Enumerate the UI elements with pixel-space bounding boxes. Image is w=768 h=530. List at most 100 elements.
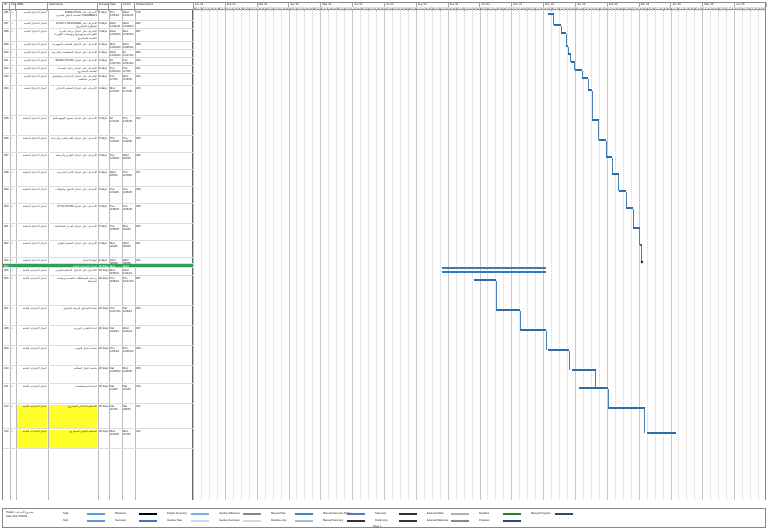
task-mode-icon: ▭ [11,59,14,62]
week-gridline [750,10,752,500]
task-wbs: اعمال الاشراف العامة [22,269,47,272]
task-bar[interactable] [496,309,521,312]
task-id: 305 [4,269,9,272]
week-gridline [200,10,202,500]
task-wbs: اعمال الاشراف العامة [22,277,47,280]
task-finish: Wed 12/4/24 [123,269,132,276]
legend-label: Task [63,512,69,515]
table-row[interactable]: 309 ▭ اعمال الاشراف العامة متابعة اعمال الج… [3,346,194,366]
legend-label: Deadline [479,512,490,515]
table-row[interactable]: 297 ▭ اعمال الاعمال الخاصة الاشراف على اعما… [3,153,194,170]
week-gridline [216,10,218,500]
task-id: 286 [4,11,9,14]
task-bar[interactable] [608,407,645,410]
legend-swatch [191,519,209,522]
task-wbs: اعمال الاعمال الخاصة [22,154,47,157]
legend-label: Milestone [115,512,127,515]
gantt-chart[interactable] [193,10,766,500]
table-row[interactable]: 307 ▭ اعمال الاشراف العامة متابعة الجداول ا… [3,306,194,326]
table-row[interactable]: 293 ▭ اعمال الاعمال العامة الاشراف على اعما… [3,74,194,86]
table-row[interactable]: 310 ▭ اعمال الاشراف العامة متابعة اعمال الس… [3,366,194,384]
table-row[interactable]: 301 ▭ اعمال الاعمال الخاصة الاشراف على اعما… [3,224,194,241]
task-duration: 26 days [99,430,109,433]
task-name: متابعة اعمال السلامة [73,367,97,370]
task-wbs: اعمال الاعمال الخاصة [22,225,47,228]
table-row[interactable]: 291 ▭ اعمال الاعمال العامة الاشراف على اعما… [3,58,194,66]
task-mode-icon: ▭ [11,11,14,14]
task-finish: Wed 12/18/24 [123,22,134,29]
table-row[interactable]: 296 ▭ اعمال الاعمال الخاصة الاشراف على اعما… [3,136,194,153]
task-start: Fri 12/27/24 [110,59,121,66]
task-bar[interactable] [547,349,570,352]
table-row[interactable]: 289 ▭ اعمال الاعمال العامة الاشراف على الاع… [3,42,194,50]
task-mode-icon: ▭ [11,154,14,157]
task-predecessors: 310 [136,385,141,388]
task-start: Mon 1/13/25 [110,87,119,94]
task-finish: Mon 4/7/25 [123,430,131,437]
task-predecessors: 308 [136,347,141,350]
table-row[interactable]: 294 ▭ اعمال الاعمال العامة الاشراف على اعما… [3,86,194,116]
task-wbs: اعمال الاعمال العامة [24,43,47,46]
table-row[interactable]: 305 ▭ اعمال الاشراف العامة الاشراف على الاع… [3,268,194,276]
task-bar[interactable] [571,369,596,372]
task-bar[interactable] [520,329,547,332]
task-start: Thu 1/30/25 [110,154,119,161]
table-row[interactable]: 295 ▭ اعمال الاعمال الخاصة الاشراف على اعما… [3,116,194,136]
table-row[interactable]: 313 ▭ اعمال الاشراف العامة الاستلام النهائي… [3,429,194,449]
table-row[interactable]: 288 ▭ اعمال الاعمال العامة الاشراف على اعما… [3,29,194,42]
table-row[interactable]: 300 ▭ اعمال الاعمال الخاصة الاشراف على اعما… [3,204,194,224]
task-bar[interactable] [646,432,677,435]
table-row[interactable]: 312 ▭ اعمال الاشراف العامة الاستلام الابتدا… [3,404,194,429]
task-wbs: اعمال الاعمال الخاصة [22,117,47,120]
table-row[interactable]: 311 ▭ اعمال الاشراف العامة اعتماد المستخلصا… [3,384,194,404]
table-row[interactable]: 286 ▭ اعمال الاعمال العامة الاشراف على INSP… [3,10,194,21]
table-row[interactable]: 298 ▭ اعمال الاعمال الخاصة الاشراف على اعما… [3,170,194,187]
table-row[interactable]: 306 ▭ اعمال الاشراف العامة مراجعة المخططات … [3,276,194,306]
task-start: Fri 1/17/25 [110,117,119,124]
dependency-link [639,229,640,246]
task-finish: Sat 11/9/24 [123,307,132,314]
task-name: الاشراف على الاعمال الخاصة بالتجهيزات [51,43,97,46]
task-duration: 2 days [99,51,107,54]
task-bar[interactable] [474,279,497,282]
week-gridline [567,10,569,500]
task-wbs: اعمال الاعمال الخاصة [22,137,47,140]
dependency-link [644,409,646,434]
summary-bar[interactable] [441,267,547,269]
task-wbs: اعمال الاشراف العامة [17,405,47,428]
summary-bar[interactable] [441,271,547,273]
table-row[interactable]: 287 ▭ اعمال الاعمال العامة الاشراف على ETRO… [3,21,194,29]
task-start: Wed 2/5/25 [110,171,118,178]
task-duration: 20 days [99,307,109,310]
task-name: الاشراف على ETRO 2 TRANSFER المطلوبة للم… [56,22,97,29]
task-predecessors: 293 [136,87,141,90]
table-row[interactable]: 308 ▭ اعمال الاشراف العامة اعداد التقارير ا… [3,326,194,346]
task-start: Mon 3/10/25 [110,430,119,437]
week-gridline [614,10,616,500]
task-bar[interactable] [578,387,609,390]
task-name: الاشراف على اعمال اللاندسكيب والزراعة [51,137,97,140]
task-wbs: اعمال الاشراف العامة [22,367,47,370]
task-predecessors: 289 [136,51,141,54]
milestone-marker[interactable] [640,260,644,264]
task-name: الاشراف على اعمال التسليم النهائي [57,242,97,245]
table-row[interactable]: 292 ▭ اعمال الاعمال العامة الاشراف على اعما… [3,66,194,74]
task-duration: 20 days [99,347,109,350]
task-predecessors: 278 [136,11,141,14]
task-mode-icon: ▭ [11,22,14,25]
task-start: Tue 2/25/25 [110,225,119,232]
task-duration: 20 days [99,367,109,370]
legend-swatch [191,512,209,515]
task-name: متابعة الجداول الزمنية للمقاول [63,307,97,310]
task-finish: Mon 1/13/25 [123,75,132,82]
task-mode-icon: ▭ [11,405,14,408]
week-gridline [304,10,306,500]
legend-label: Split [63,519,69,522]
legend-swatch [347,519,365,522]
table-row[interactable]: 290 ▭ اعمال الاعمال العامة الاشراف على اعما… [3,50,194,58]
task-duration: 0 days [99,259,107,262]
table-row[interactable]: 299 ▭ اعمال الاعمال الخاصة الاشراف على اعما… [3,187,194,204]
table-row[interactable]: 302 ▭ اعمال الاعمال الخاصة الاشراف على اعما… [3,241,194,258]
task-finish: Wed 3/5/25 [123,242,131,249]
legend-swatch [399,519,417,522]
